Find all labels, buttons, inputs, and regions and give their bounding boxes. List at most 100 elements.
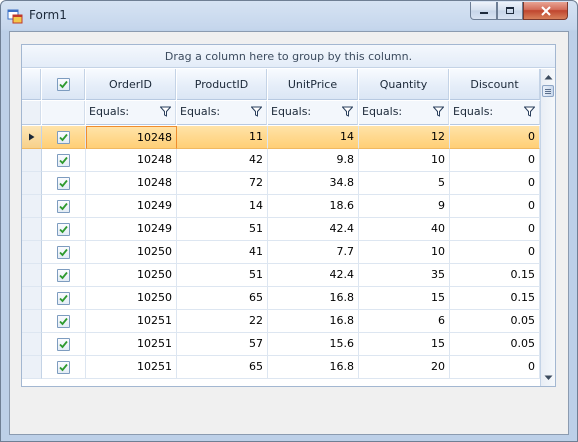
cell-discount[interactable]: 0 [450,172,540,195]
table-row[interactable]: 10250 41 7.7 10 0 [22,241,542,264]
table-row[interactable]: 10250 65 16.8 15 0.15 [22,287,542,310]
filter-cell-quantity[interactable]: Equals: [359,101,449,125]
table-row[interactable]: 10249 51 42.4 40 0 [22,218,542,241]
row-indicator[interactable] [22,149,42,172]
cell-quantity[interactable]: 15 [359,333,450,356]
minimize-button[interactable] [470,2,497,20]
column-header-orderid[interactable]: OrderID [86,69,176,100]
cell-orderid[interactable]: 10251 [86,333,177,356]
column-header-unitprice[interactable]: UnitPrice [268,69,358,100]
row-checkbox[interactable] [57,292,70,305]
row-indicator[interactable] [22,264,42,287]
cell-productid[interactable]: 72 [177,172,268,195]
row-indicator[interactable] [22,195,42,218]
cell-unitprice[interactable]: 18.6 [268,195,359,218]
row-checkbox[interactable] [57,246,70,259]
cell-productid[interactable]: 14 [177,195,268,218]
table-row[interactable]: 10251 57 15.6 15 0.05 [22,333,542,356]
row-indicator[interactable] [22,241,42,264]
filter-icon[interactable] [160,106,171,117]
row-indicator[interactable] [22,310,42,333]
table-row[interactable]: 10248 11 14 12 0 [22,126,542,149]
scroll-up-button[interactable] [541,69,555,84]
cell-orderid[interactable]: 10251 [86,356,177,379]
table-row[interactable]: 10250 51 42.4 35 0.15 [22,264,542,287]
cell-unitprice[interactable]: 7.7 [268,241,359,264]
cell-productid[interactable]: 51 [177,264,268,287]
cell-discount[interactable]: 0 [450,149,540,172]
row-checkbox[interactable] [57,223,70,236]
row-indicator[interactable] [22,356,42,379]
title-bar[interactable]: Form1 [1,1,577,31]
column-header-discount[interactable]: Discount [450,69,540,100]
select-all-header[interactable] [42,69,85,100]
row-checkbox[interactable] [57,361,70,374]
vertical-scrollbar[interactable] [540,69,555,386]
cell-unitprice[interactable]: 14 [268,126,359,149]
maximize-button[interactable] [497,2,523,20]
cell-productid[interactable]: 22 [177,310,268,333]
cell-unitprice[interactable]: 42.4 [268,218,359,241]
cell-productid[interactable]: 41 [177,241,268,264]
filter-icon[interactable] [342,106,353,117]
column-header-quantity[interactable]: Quantity [359,69,449,100]
cell-discount[interactable]: 0.15 [450,264,540,287]
cell-quantity[interactable]: 9 [359,195,450,218]
row-checkbox[interactable] [57,154,70,167]
cell-orderid[interactable]: 10248 [86,126,177,149]
cell-orderid[interactable]: 10250 [86,241,177,264]
filter-cell-productid[interactable]: Equals: [177,101,267,125]
row-checkbox[interactable] [57,338,70,351]
cell-quantity[interactable]: 35 [359,264,450,287]
cell-orderid[interactable]: 10251 [86,310,177,333]
filter-icon[interactable] [433,106,444,117]
row-checkbox[interactable] [57,269,70,282]
select-all-checkbox[interactable] [57,78,70,91]
filter-cell-unitprice[interactable]: Equals: [268,101,358,125]
row-indicator[interactable] [22,333,42,356]
cell-discount[interactable]: 0 [450,126,540,149]
cell-productid[interactable]: 65 [177,287,268,310]
scroll-thumb[interactable] [542,85,554,97]
row-checkbox[interactable] [57,177,70,190]
cell-quantity[interactable]: 6 [359,310,450,333]
cell-unitprice[interactable]: 42.4 [268,264,359,287]
scroll-down-button[interactable] [541,370,555,385]
cell-productid[interactable]: 42 [177,149,268,172]
filter-icon[interactable] [251,106,262,117]
row-indicator[interactable] [22,287,42,310]
row-checkbox[interactable] [57,200,70,213]
cell-discount[interactable]: 0 [450,241,540,264]
cell-unitprice[interactable]: 34.8 [268,172,359,195]
group-panel[interactable]: Drag a column here to group by this colu… [22,45,555,68]
row-checkbox[interactable] [57,131,70,144]
cell-discount[interactable]: 0.05 [450,333,540,356]
cell-quantity[interactable]: 15 [359,287,450,310]
cell-discount[interactable]: 0 [450,218,540,241]
cell-discount[interactable]: 0 [450,356,540,379]
cell-orderid[interactable]: 10248 [86,172,177,195]
cell-productid[interactable]: 65 [177,356,268,379]
cell-unitprice[interactable]: 16.8 [268,287,359,310]
cell-productid[interactable]: 51 [177,218,268,241]
filter-icon[interactable] [524,106,535,117]
data-grid[interactable]: Drag a column here to group by this colu… [21,44,556,387]
cell-orderid[interactable]: 10250 [86,264,177,287]
table-row[interactable]: 10248 72 34.8 5 0 [22,172,542,195]
cell-quantity[interactable]: 5 [359,172,450,195]
cell-discount[interactable]: 0 [450,195,540,218]
cell-productid[interactable]: 57 [177,333,268,356]
cell-quantity[interactable]: 20 [359,356,450,379]
cell-unitprice[interactable]: 16.8 [268,310,359,333]
column-header-productid[interactable]: ProductID [177,69,267,100]
cell-quantity[interactable]: 10 [359,149,450,172]
cell-unitprice[interactable]: 9.8 [268,149,359,172]
close-button[interactable] [523,2,568,20]
cell-unitprice[interactable]: 15.6 [268,333,359,356]
cell-quantity[interactable]: 12 [359,126,450,149]
cell-quantity[interactable]: 10 [359,241,450,264]
table-row[interactable]: 10251 65 16.8 20 0 [22,356,542,379]
table-row[interactable]: 10248 42 9.8 10 0 [22,149,542,172]
filter-cell-orderid[interactable]: Equals: [86,101,176,125]
row-checkbox[interactable] [57,315,70,328]
